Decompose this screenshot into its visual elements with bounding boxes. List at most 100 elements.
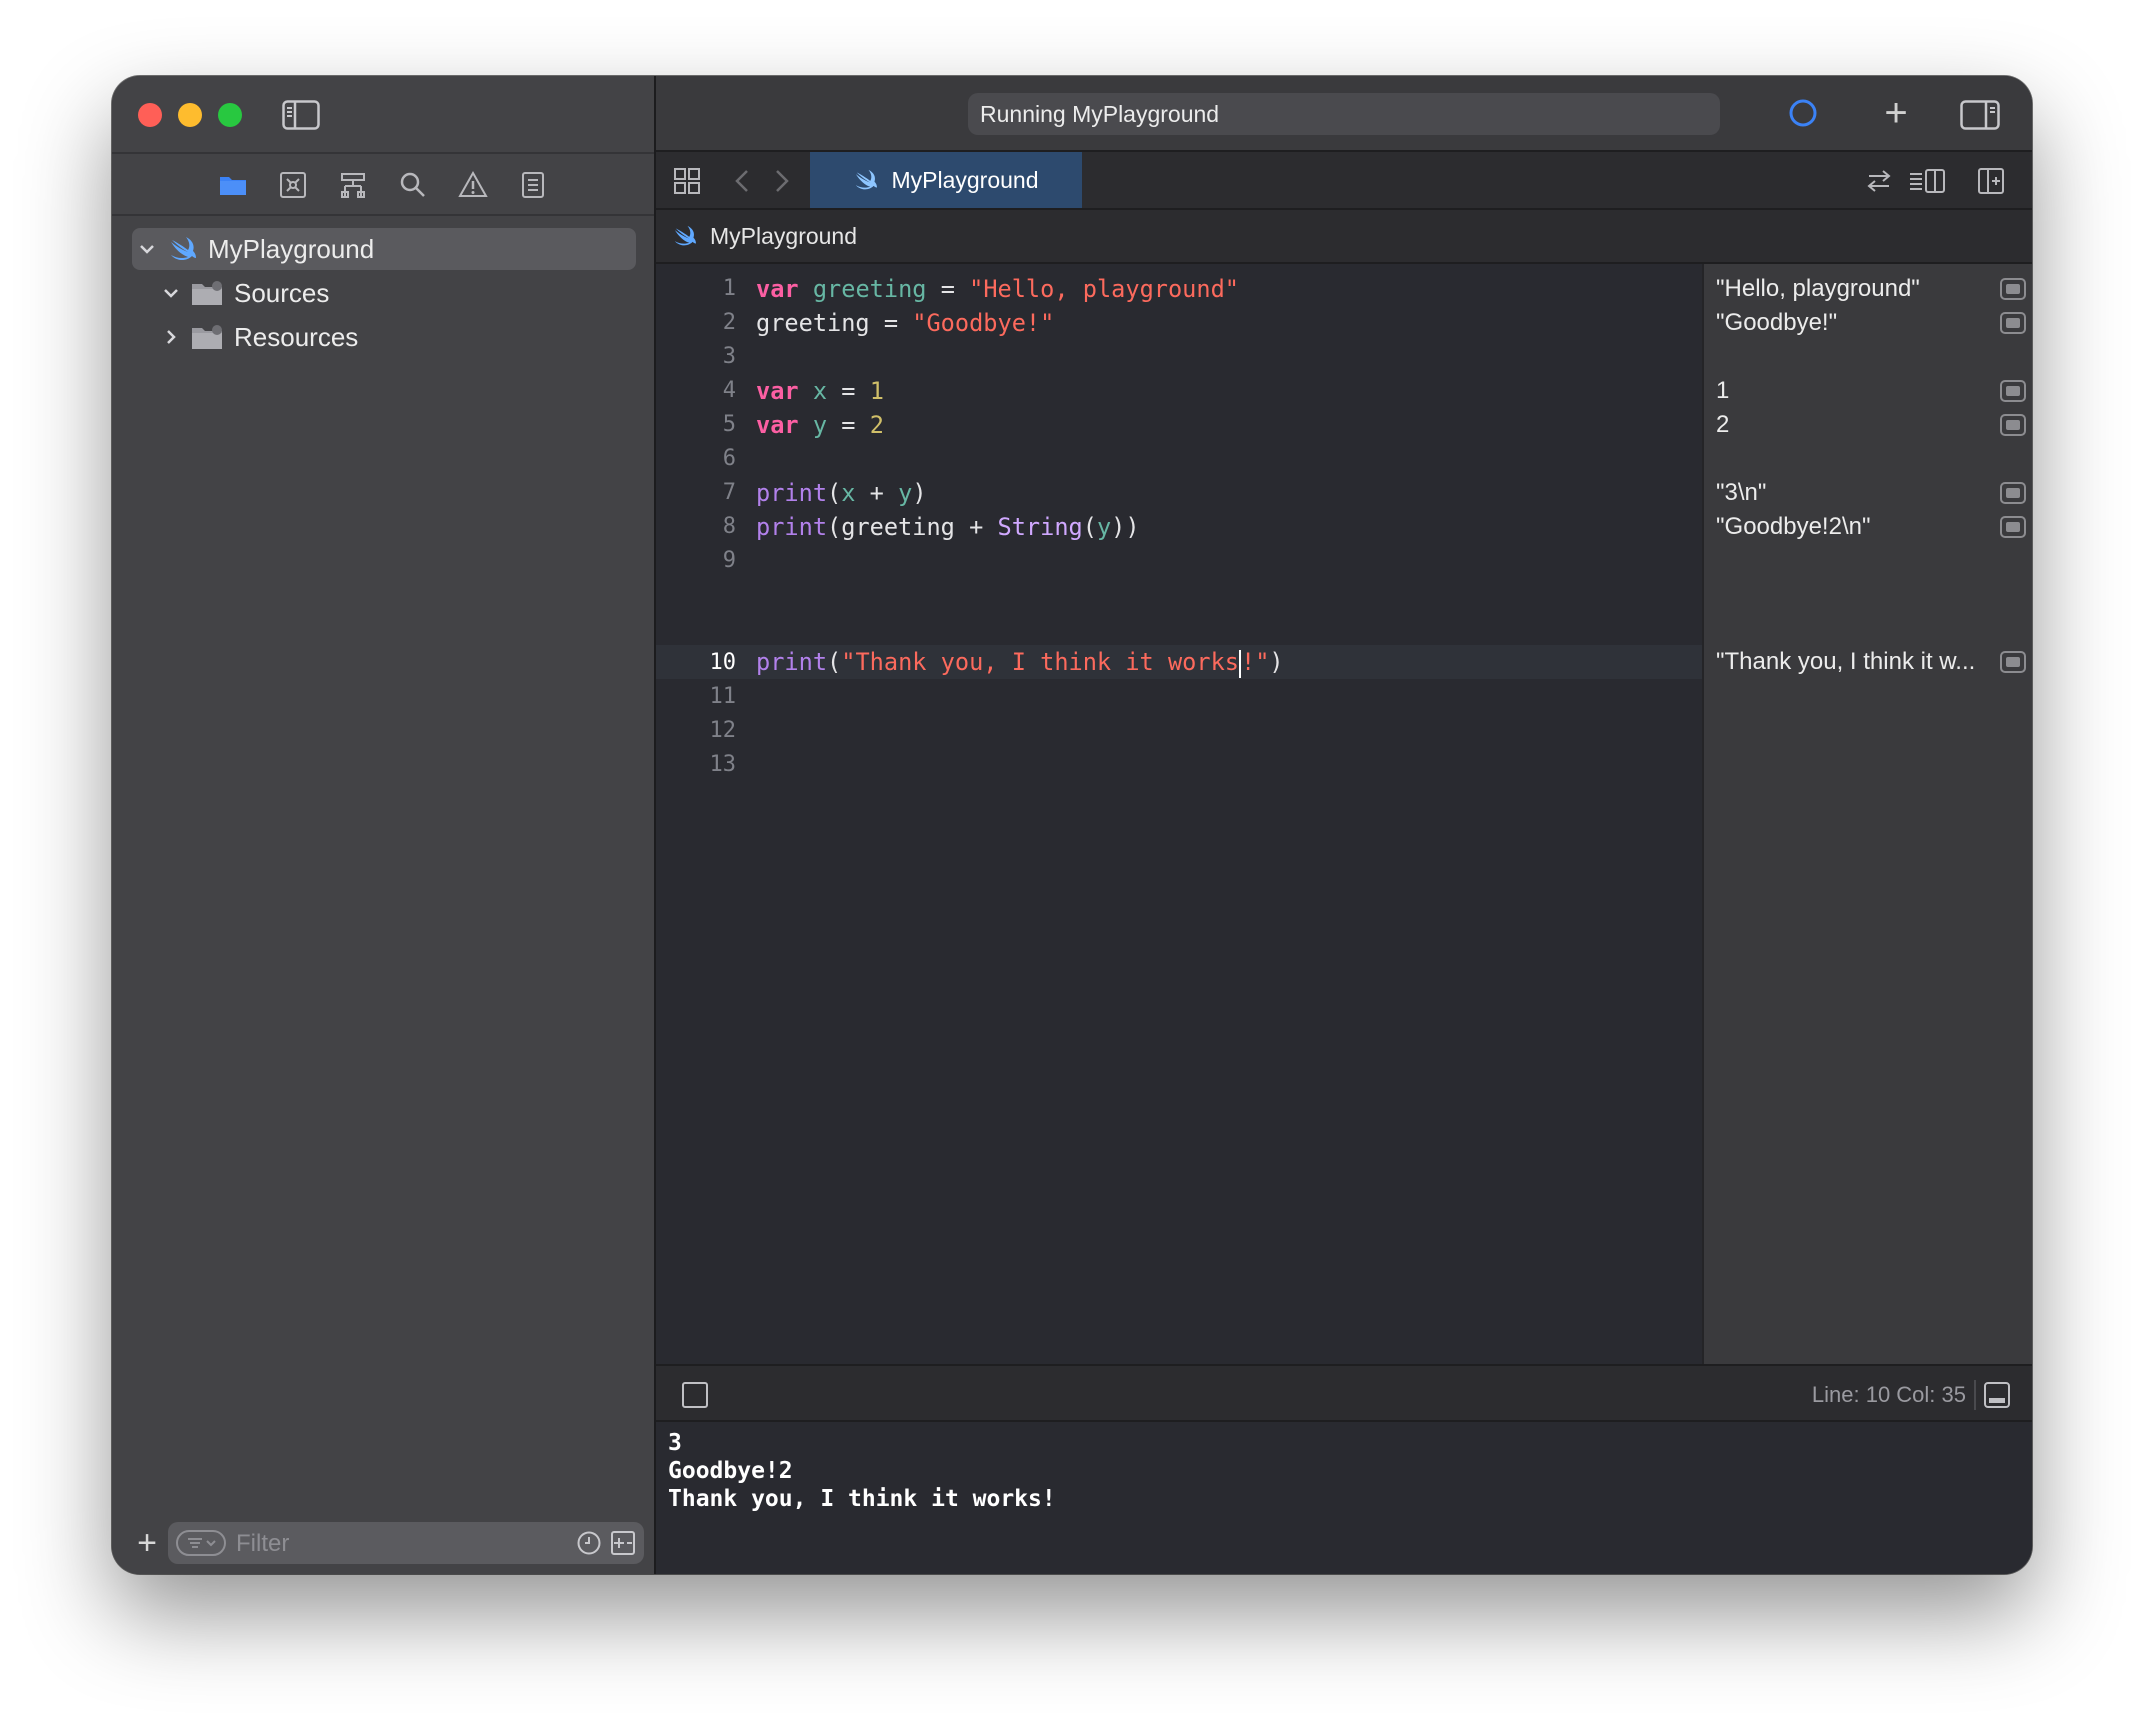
line-number: 7 — [722, 480, 736, 505]
related-items-arrows-icon[interactable] — [1864, 166, 1894, 196]
filter-input[interactable] — [234, 1526, 538, 1562]
navigator-sidebar: MyPlayground Sources Resources + Filter — [112, 76, 656, 1574]
issue-icon[interactable] — [458, 170, 488, 200]
line-number: 11 — [709, 684, 737, 709]
close-window-button[interactable] — [138, 103, 162, 127]
tree-item-resources[interactable]: Resources — [160, 316, 636, 358]
line-number: 8 — [722, 514, 736, 539]
code-editor[interactable]: 1 2 3 4 5 6 7 8 9 10 11 12 13 var greeti… — [656, 264, 1702, 1364]
quick-look-button[interactable] — [2000, 278, 2026, 300]
folder-icon — [192, 281, 222, 305]
debug-bar-divider — [1974, 1380, 1976, 1410]
tab-myplayground[interactable]: MyPlayground — [810, 152, 1082, 208]
result-value: "3\n" — [1716, 479, 1767, 506]
tree-item-label: MyPlayground — [208, 233, 375, 264]
chevron-down-icon[interactable] — [136, 238, 158, 260]
forward-arrow-icon[interactable] — [766, 166, 796, 196]
swift-icon — [171, 237, 196, 261]
report-icon[interactable] — [518, 170, 548, 200]
editor-options-icon[interactable] — [1908, 166, 1948, 196]
chevron-down-icon[interactable] — [160, 282, 182, 304]
tree-item-label: Resources — [234, 321, 359, 352]
add-file-button[interactable]: + — [132, 1526, 162, 1560]
source-control-filter-icon[interactable] — [610, 1530, 636, 1556]
navigator-filter-bar: + — [112, 1514, 654, 1574]
quick-look-button[interactable] — [2000, 516, 2026, 538]
folder-icon[interactable] — [218, 170, 248, 200]
jump-bar: MyPlayground — [656, 210, 2032, 264]
quick-look-button[interactable] — [2000, 380, 2026, 402]
filter-options-icon[interactable] — [176, 1530, 226, 1556]
folder-icon — [192, 325, 222, 349]
code-line: print(x + y) — [756, 479, 927, 507]
debug-bar: Line: 10 Col: 35 — [656, 1364, 2032, 1422]
result-value: 1 — [1716, 377, 1730, 404]
result-row: "Thank you, I think it w... — [1716, 645, 2026, 679]
line-number: 2 — [722, 310, 736, 335]
progress-spinner-icon — [1789, 99, 1817, 127]
results-sidebar: "Hello, playground" "Goodbye!" 1 2 "3\n"… — [1702, 264, 2032, 1364]
breadcrumb[interactable]: MyPlayground — [710, 223, 857, 250]
symbol-icon[interactable] — [338, 170, 368, 200]
tree-item-myplayground[interactable]: MyPlayground — [132, 228, 636, 270]
chevron-right-icon[interactable] — [160, 326, 182, 348]
find-icon[interactable] — [398, 170, 428, 200]
xcode-window: MyPlayground Sources Resources + Filter … — [112, 76, 2032, 1574]
code-line: print("Thank you, I think it works!") — [756, 648, 1284, 678]
result-value: "Thank you, I think it w... — [1716, 648, 1976, 675]
line-number: 13 — [709, 752, 737, 777]
result-row: 1 — [1716, 374, 2026, 408]
clock-icon[interactable] — [576, 1530, 602, 1556]
toolbar: Running MyPlayground + — [656, 76, 2032, 152]
console-line: Goodbye!2 — [668, 1458, 793, 1484]
line-number: 3 — [722, 344, 736, 369]
text-caret — [1238, 649, 1241, 678]
sidebar-toggle-icon[interactable] — [282, 100, 320, 130]
console-line: 3 — [668, 1430, 682, 1456]
quick-look-button[interactable] — [2000, 651, 2026, 673]
activity-viewer: Running MyPlayground — [968, 93, 1720, 135]
result-row: "Hello, playground" — [1716, 272, 2026, 306]
source-control-icon[interactable] — [278, 170, 308, 200]
library-add-button[interactable]: + — [1878, 93, 1914, 133]
back-arrow-icon[interactable] — [728, 166, 758, 196]
zoom-window-button[interactable] — [218, 103, 242, 127]
result-value: "Goodbye!" — [1716, 309, 1838, 336]
code-line: var y = 2 — [756, 411, 884, 439]
result-value: 2 — [1716, 411, 1730, 438]
line-number: 1 — [722, 276, 736, 301]
activity-status-text: Running MyPlayground — [980, 100, 1220, 127]
quick-look-button[interactable] — [2000, 482, 2026, 504]
grid-icon[interactable] — [672, 166, 702, 196]
cursor-position: Line: 10 Col: 35 — [1811, 1382, 1966, 1407]
line-number: 9 — [722, 548, 736, 573]
line-number: 6 — [722, 446, 736, 471]
line-number-gutter: 1 2 3 4 5 6 7 8 9 10 11 12 13 — [656, 264, 737, 1364]
editor-area: Running MyPlayground + MyPlayground MyPl… — [656, 76, 2032, 1574]
console-output[interactable]: 3 Goodbye!2 Thank you, I think it works! — [656, 1422, 2032, 1574]
tree-item-sources[interactable]: Sources — [160, 272, 636, 314]
code-line: var x = 1 — [756, 377, 884, 405]
tab-label: MyPlayground — [891, 166, 1039, 193]
split-editor-icon[interactable] — [1976, 166, 2006, 196]
swift-icon — [856, 169, 878, 190]
line-number: 12 — [709, 718, 737, 743]
minimize-window-button[interactable] — [178, 103, 202, 127]
result-row: "Goodbye!2\n" — [1716, 510, 2026, 544]
result-value: "Goodbye!2\n" — [1716, 513, 1871, 540]
swift-icon — [674, 225, 696, 246]
line-number-active: 10 — [709, 650, 737, 675]
filter-field — [168, 1522, 644, 1564]
line-number: 5 — [722, 412, 736, 437]
debug-area-toggle-icon[interactable] — [1984, 1382, 2010, 1408]
inspector-toggle-icon[interactable] — [1960, 100, 2000, 130]
execute-toggle-checkbox[interactable] — [682, 1382, 708, 1408]
navigator-separator — [112, 214, 654, 216]
line-number: 4 — [722, 378, 736, 403]
titlebar-left — [112, 76, 654, 152]
navigator-selector-bar — [112, 154, 654, 214]
quick-look-button[interactable] — [2000, 312, 2026, 334]
tree-item-label: Sources — [234, 277, 330, 308]
quick-look-button[interactable] — [2000, 414, 2026, 436]
result-value: "Hello, playground" — [1716, 275, 1920, 302]
